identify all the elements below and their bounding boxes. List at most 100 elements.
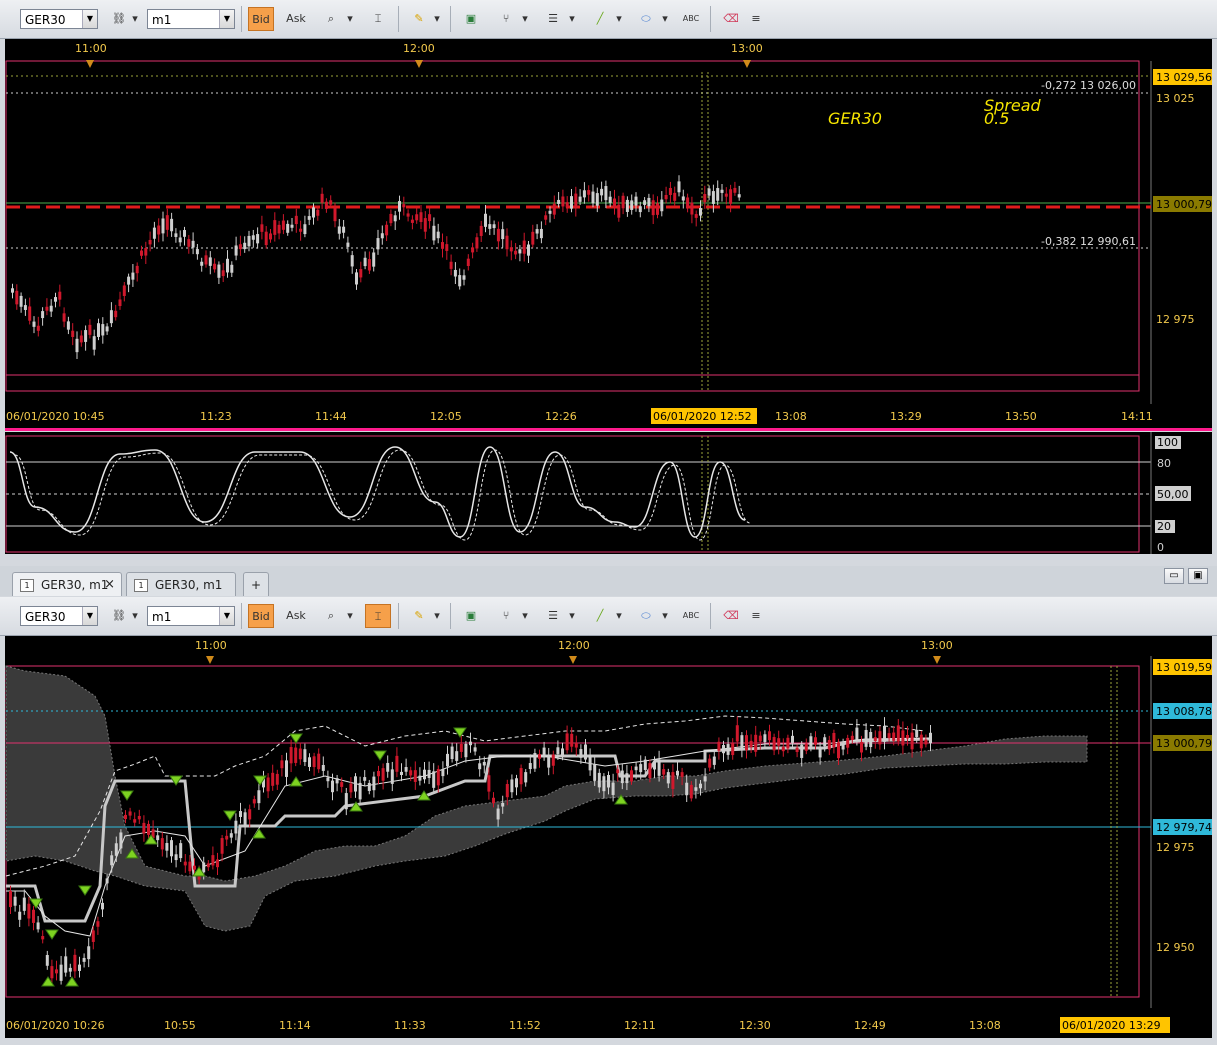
chevron-down-icon[interactable]: ▾ — [658, 7, 672, 31]
bull-candle — [41, 311, 45, 319]
bear-candle — [749, 740, 753, 748]
bull-candle — [737, 194, 741, 198]
bull-candle — [344, 793, 348, 810]
ask-button[interactable]: Ask — [283, 7, 309, 31]
lines-icon[interactable]: ☰ — [540, 604, 566, 628]
bull-candle — [200, 261, 204, 266]
ellipse-icon[interactable]: ⬭ — [633, 7, 659, 31]
timeframe-select[interactable]: m1 ▼ — [147, 606, 235, 626]
ask-button[interactable]: Ask — [283, 604, 309, 628]
chevron-down-icon[interactable]: ▼ — [82, 607, 97, 625]
bull-candle — [354, 776, 357, 792]
bull-candle — [593, 764, 597, 781]
symbol-select[interactable]: GER30 ▼ — [20, 606, 98, 626]
top-price-chart[interactable]: 11:00 12:00 13:00 -0,272 13 026,00 -0,38… — [5, 39, 1212, 428]
bottom-chart-canvas[interactable]: 11:00 12:00 13:00 13 019,59 13 008,78 13… — [5, 636, 1212, 1038]
bull-candle — [716, 188, 720, 201]
bull-candle — [208, 257, 212, 266]
chevron-down-icon[interactable]: ▾ — [430, 7, 444, 31]
chevron-down-icon[interactable]: ▼ — [219, 10, 234, 28]
price-label-current: 13 000,79 — [1156, 198, 1212, 211]
bull-candle — [363, 257, 367, 267]
bear-candle — [878, 731, 882, 745]
chevron-down-icon[interactable]: ▾ — [612, 7, 626, 31]
bull-candle — [165, 843, 169, 851]
chevron-down-icon[interactable]: ▾ — [565, 7, 579, 31]
image-icon[interactable]: ▣ — [458, 604, 484, 628]
trendline-icon[interactable]: ╱ — [587, 7, 613, 31]
bear-candle — [41, 936, 45, 940]
symbol-select[interactable]: GER30 ▼ — [20, 9, 98, 29]
chevron-down-icon[interactable]: ▾ — [430, 604, 444, 628]
crosshair-icon[interactable]: ⌶ — [365, 604, 391, 628]
chevron-down-icon[interactable]: ▾ — [128, 7, 142, 31]
chevron-down-icon[interactable]: ▼ — [82, 10, 97, 28]
bull-candle — [666, 772, 670, 784]
chevron-down-icon[interactable]: ▾ — [658, 604, 672, 628]
chevron-down-icon[interactable]: ▾ — [612, 604, 626, 628]
lines-icon[interactable]: ☰ — [540, 7, 566, 31]
zoom-icon[interactable]: ⌕ — [318, 7, 344, 31]
chevron-down-icon[interactable]: ▼ — [219, 607, 234, 625]
bull-candle — [432, 771, 436, 788]
chevron-down-icon[interactable]: ▾ — [565, 604, 579, 628]
bull-candle — [372, 252, 376, 267]
time-tick: 14:11 — [1121, 410, 1153, 423]
bear-candle — [570, 733, 574, 747]
bid-button[interactable]: Bid — [248, 604, 274, 628]
chevron-down-icon[interactable]: ▾ — [128, 604, 142, 628]
tab-ger30-m1[interactable]: 1 GER30, m1 — [126, 572, 236, 596]
top-chart-canvas[interactable]: 11:00 12:00 13:00 -0,272 13 026,00 -0,38… — [5, 39, 1212, 428]
bear-candle — [708, 758, 712, 768]
chevron-down-icon[interactable]: ▾ — [343, 604, 357, 628]
bull-candle — [303, 224, 307, 235]
oscillator-canvas[interactable]: 100 80 50,00 20 0 — [5, 432, 1212, 554]
bear-candle — [9, 891, 12, 908]
ellipse-icon[interactable]: ⬭ — [633, 604, 659, 628]
fork-icon[interactable]: ⑂ — [493, 7, 519, 31]
timeframe-select[interactable]: m1 ▼ — [147, 9, 235, 29]
bid-button[interactable]: Bid — [248, 7, 274, 31]
more-icon[interactable]: ≡ — [748, 604, 764, 628]
bear-candle — [475, 237, 479, 249]
bull-candle — [510, 779, 514, 793]
bear-candle — [436, 769, 440, 786]
bull-candle — [703, 776, 707, 782]
bear-candle — [505, 235, 509, 250]
minimize-button[interactable]: ▭ — [1164, 568, 1184, 584]
bear-candle — [449, 261, 453, 269]
chevron-down-icon[interactable]: ▾ — [343, 7, 357, 31]
bull-candle — [660, 199, 664, 212]
bull-candle — [400, 771, 403, 776]
bottom-ichimoku-chart[interactable]: 11:00 12:00 13:00 13 019,59 13 008,78 13… — [5, 636, 1212, 1038]
zoom-icon[interactable]: ⌕ — [318, 604, 344, 628]
bear-candle — [656, 203, 659, 215]
crosshair-icon[interactable]: ⌶ — [365, 7, 391, 31]
stochastic-oscillator[interactable]: 100 80 50,00 20 0 — [5, 432, 1212, 554]
bull-candle — [101, 324, 105, 336]
text-tool-icon[interactable]: ABC — [678, 7, 704, 31]
bear-candle — [211, 855, 215, 866]
more-icon[interactable]: ≡ — [748, 7, 764, 31]
close-icon[interactable]: × — [104, 573, 115, 597]
ruler-icon[interactable]: ✎ — [406, 604, 432, 628]
ruler-icon[interactable]: ✎ — [406, 7, 432, 31]
fork-icon[interactable]: ⑂ — [493, 604, 519, 628]
bear-candle — [648, 763, 652, 779]
bear-candle — [795, 747, 799, 753]
panel-divider[interactable] — [5, 428, 1212, 431]
image-icon[interactable]: ▣ — [458, 7, 484, 31]
maximize-button[interactable]: ▣ — [1188, 568, 1208, 584]
eraser-icon[interactable]: ⌫ — [718, 7, 744, 31]
bear-candle — [316, 209, 320, 216]
tab-ger30-m1-active[interactable]: 1 GER30, m1 × — [12, 572, 122, 596]
bear-candle — [846, 737, 850, 748]
trendline-icon[interactable]: ╱ — [587, 604, 613, 628]
text-tool-icon[interactable]: ABC — [678, 604, 704, 628]
chevron-down-icon[interactable]: ▾ — [518, 7, 532, 31]
add-tab-button[interactable]: + — [243, 572, 269, 596]
marker-triangle-icon — [743, 60, 751, 68]
chevron-down-icon[interactable]: ▾ — [518, 604, 532, 628]
eraser-icon[interactable]: ⌫ — [718, 604, 744, 628]
bull-candle — [101, 902, 104, 910]
